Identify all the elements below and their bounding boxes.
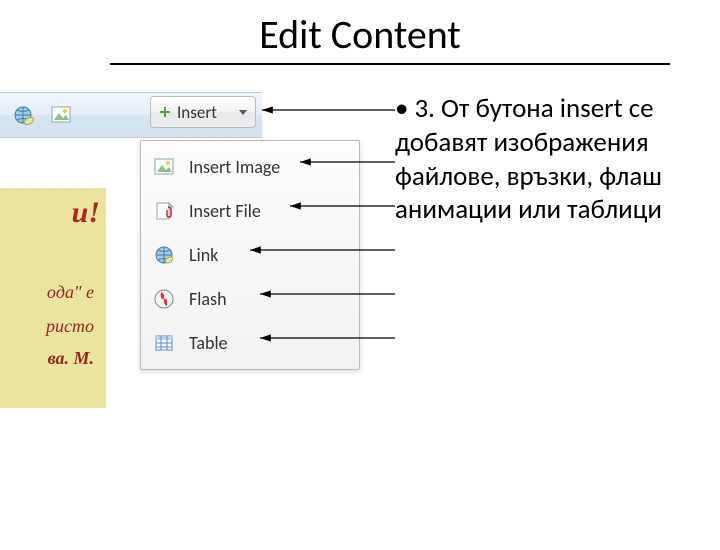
preview-text: pucmo [46, 316, 94, 337]
bullet-body: 3. От бутона insert се добавят изображен… [395, 92, 662, 226]
table-icon [153, 332, 175, 354]
insert-button[interactable]: Insert [150, 96, 256, 128]
image-button[interactable] [46, 100, 76, 130]
preview-text: oдa" e [47, 282, 94, 303]
chevron-down-icon [239, 110, 247, 115]
insert-button-label: Insert [177, 102, 217, 123]
preview-text: u! [72, 196, 100, 230]
menu-item-table[interactable]: Table [141, 321, 359, 365]
menu-item-label: Insert Image [189, 156, 280, 178]
image-icon [50, 104, 72, 126]
menu-item-insert-image[interactable]: Insert Image [141, 145, 359, 189]
content-preview-image: u! oдa" e pucmo ва. М. [0, 188, 106, 408]
globe-link-icon [153, 244, 175, 266]
file-icon [153, 200, 175, 222]
menu-item-label: Table [189, 332, 228, 354]
insert-dropdown-menu: Insert Image Insert File Link Flash Tabl… [140, 140, 360, 370]
menu-item-insert-file[interactable]: Insert File [141, 189, 359, 233]
menu-item-label: Insert File [189, 200, 261, 222]
flash-icon [153, 288, 175, 310]
explanation-text: •3. От бутона insert се добавят изображе… [395, 92, 675, 227]
menu-item-label: Link [189, 244, 218, 266]
menu-item-flash[interactable]: Flash [141, 277, 359, 321]
image-icon [153, 156, 175, 178]
page-title: Edit Content [0, 10, 720, 59]
preview-text: ва. М. [48, 348, 94, 369]
plus-icon [159, 106, 171, 118]
globe-link-icon [12, 104, 34, 126]
menu-item-link[interactable]: Link [141, 233, 359, 277]
title-underline [110, 63, 670, 65]
menu-item-label: Flash [189, 288, 227, 310]
bullet-marker: • [395, 92, 408, 125]
annotation-arrows [0, 10, 720, 550]
link-button[interactable] [8, 100, 38, 130]
